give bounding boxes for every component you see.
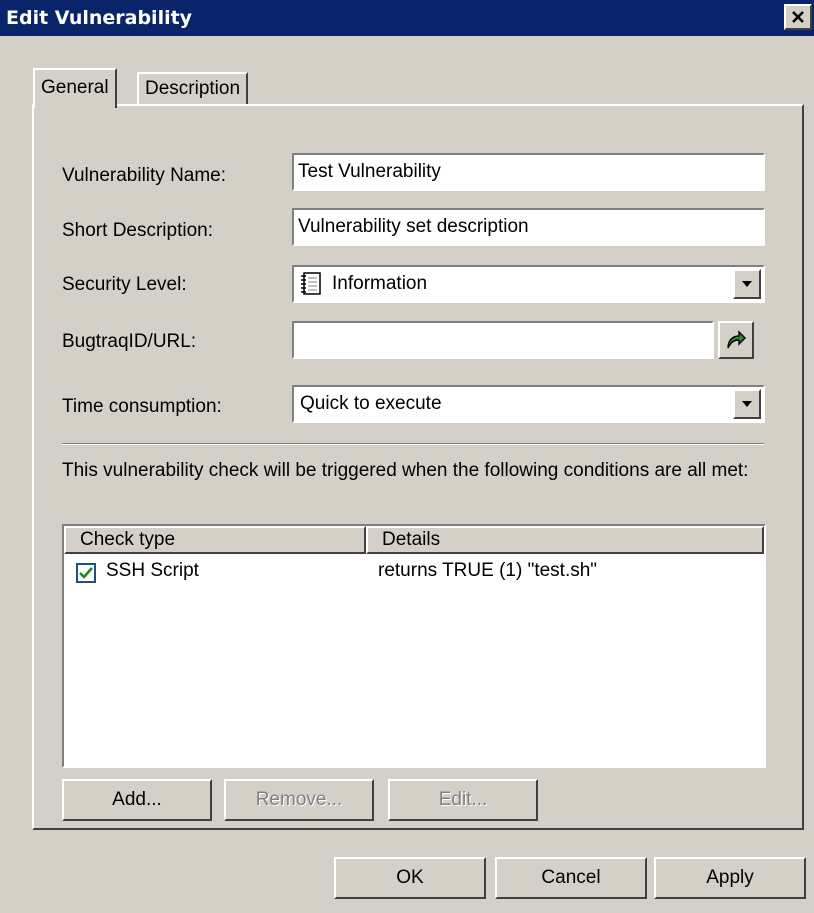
chevron-down-icon <box>742 281 752 287</box>
add-button[interactable]: Add... <box>62 779 212 821</box>
bugtraq-label: BugtraqID/URL: <box>62 331 197 352</box>
tab-general[interactable]: General <box>33 68 117 108</box>
edit-button[interactable]: Edit... <box>388 779 538 821</box>
time-consumption-dropdown-button[interactable] <box>733 389 761 419</box>
close-button[interactable] <box>784 4 812 30</box>
security-level-select[interactable]: Information <box>292 265 765 303</box>
time-consumption-value: Quick to execute <box>300 393 442 414</box>
checkmark-icon <box>79 567 93 579</box>
go-arrow-icon <box>727 330 746 349</box>
short-desc-input[interactable] <box>292 208 765 246</box>
cancel-button[interactable]: Cancel <box>495 857 647 899</box>
tab-description-label: Description <box>145 78 241 99</box>
column-header-check-type[interactable]: Check type <box>64 526 366 554</box>
conditions-list[interactable]: Check type Details SSH Script returns TR… <box>62 524 766 768</box>
time-consumption-label: Time consumption: <box>62 396 222 417</box>
conditions-description: This vulnerability check will be trigger… <box>62 460 749 481</box>
row-checkbox[interactable] <box>76 563 96 583</box>
security-level-label: Security Level: <box>62 274 187 295</box>
chevron-down-icon <box>742 401 752 407</box>
security-level-value: Information <box>332 273 428 294</box>
tab-general-label: General <box>41 77 109 98</box>
security-level-dropdown-button[interactable] <box>733 269 761 299</box>
column-header-check-type-label: Check type <box>80 529 176 550</box>
bugtraq-input[interactable] <box>292 321 714 359</box>
window-title: Edit Vulnerability <box>6 7 193 29</box>
ok-button[interactable]: OK <box>334 857 486 899</box>
vuln-name-input[interactable] <box>292 153 765 191</box>
title-bar: Edit Vulnerability <box>0 0 814 36</box>
column-header-details-label: Details <box>382 529 441 550</box>
time-consumption-select[interactable]: Quick to execute <box>292 385 765 423</box>
column-header-details[interactable]: Details <box>366 526 764 554</box>
notepad-icon <box>301 272 321 295</box>
row-check-type: SSH Script <box>106 560 199 581</box>
tab-description[interactable]: Description <box>137 72 249 106</box>
separator <box>62 443 764 445</box>
vuln-name-label: Vulnerability Name: <box>62 165 227 186</box>
row-details: returns TRUE (1) "test.sh" <box>378 560 598 581</box>
remove-button[interactable]: Remove... <box>224 779 374 821</box>
open-url-button[interactable] <box>718 321 754 359</box>
short-desc-label: Short Description: <box>62 220 214 241</box>
apply-button[interactable]: Apply <box>654 857 806 899</box>
close-icon <box>792 11 804 23</box>
